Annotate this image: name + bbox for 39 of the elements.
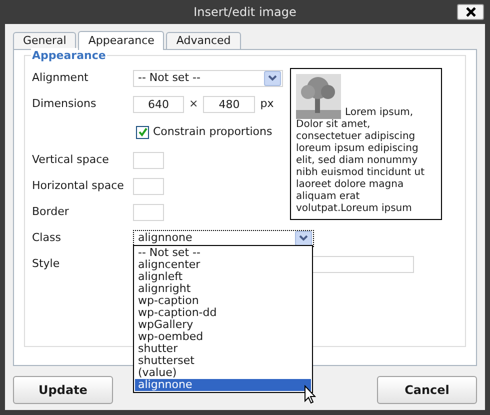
dropdown-option[interactable]: alignleft xyxy=(135,271,311,283)
dropdown-option[interactable]: wp-oembed xyxy=(135,331,311,343)
dropdown-option[interactable]: (value) xyxy=(135,367,311,379)
dropdown-option[interactable]: shutter xyxy=(135,343,311,355)
field-label: Vertical space xyxy=(32,152,110,168)
tab[interactable]: Advanced xyxy=(166,32,241,49)
field-label: Style xyxy=(32,256,61,272)
close-icon xyxy=(466,7,476,17)
tab[interactable]: Appearance xyxy=(78,31,164,50)
times-sign: × xyxy=(188,96,200,112)
field-label: Alignment xyxy=(32,70,90,86)
checkbox-label: Constrain proportions xyxy=(152,124,272,140)
fieldset-legend: Appearance xyxy=(31,48,107,64)
tab[interactable]: General xyxy=(13,32,76,49)
preview-text: Lorem ipsum, Dolor sit amet, consectetuer adipiscing loreum ipsum edipiscing elit, sed diam nonummy nibh euismod tincidunt ut laoreet dolore magna aliquam erat volutpat.Loreum ipsum xyxy=(296,107,425,214)
dropdown-option[interactable]: alignnone xyxy=(135,379,311,391)
dropdown-option[interactable]: alignright xyxy=(135,283,311,295)
input-field[interactable] xyxy=(133,204,164,220)
constrain-checkbox[interactable] xyxy=(136,126,149,138)
unit-label: px xyxy=(259,96,274,112)
field-label: Dimensions xyxy=(32,96,98,112)
dropdown-option[interactable]: shutterset xyxy=(135,355,311,367)
dropdown-option[interactable]: aligncenter xyxy=(135,259,311,271)
input-field[interactable] xyxy=(133,152,164,168)
window-title: Insert/edit image xyxy=(194,4,296,21)
dropdown-option[interactable]: wp-caption xyxy=(135,295,311,307)
field-label: Border xyxy=(32,204,70,220)
height-field[interactable]: 480 xyxy=(203,96,256,112)
dialog-button[interactable]: Cancel xyxy=(377,376,477,404)
dialog-button[interactable]: Update xyxy=(13,376,113,404)
field-label: Class xyxy=(32,230,62,246)
dropdown-option[interactable]: wpGallery xyxy=(135,319,311,331)
input-field[interactable] xyxy=(133,178,164,194)
dropdown-option[interactable]: wp-caption-dd xyxy=(135,307,311,319)
dropdown-option[interactable]: -- Not set -- xyxy=(135,247,311,259)
width-field[interactable]: 640 xyxy=(133,96,184,112)
field-label: Horizontal space xyxy=(32,178,125,194)
alignment-select[interactable]: -- Not set -- xyxy=(133,70,283,86)
close-button[interactable] xyxy=(457,4,484,20)
